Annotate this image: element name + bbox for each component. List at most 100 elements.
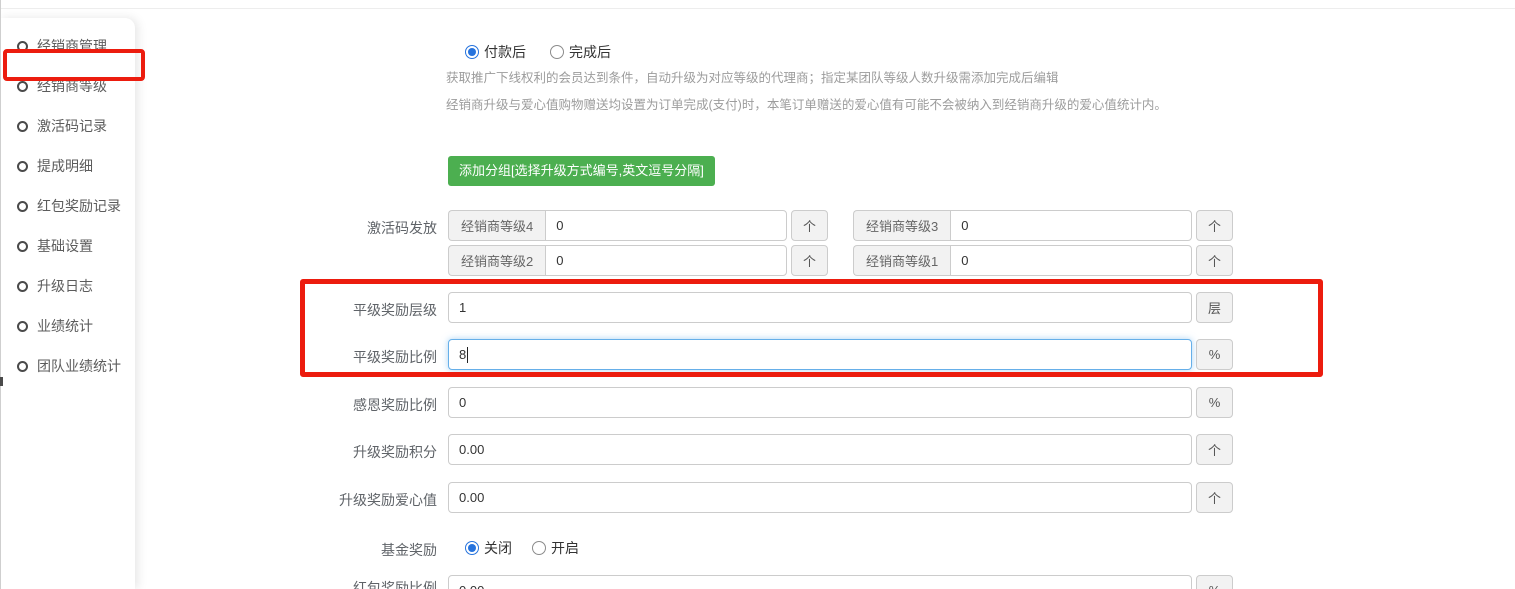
help-text-line1: 获取推广下线权利的会员达到条件，自动升级为对应等级的代理商；指定某团队等级人数升… [446, 67, 1059, 86]
sidebar-item-label: 红包奖励记录 [37, 196, 121, 216]
sidebar-item-basic-settings[interactable]: 基础设置 [0, 226, 135, 266]
radio-fund-off[interactable]: 关闭 [465, 538, 512, 558]
activation-input-group-level4: 经销商等级4 0 个 [448, 210, 828, 241]
input-value: 0.00 [459, 490, 484, 505]
sidebar-item-performance-stats[interactable]: 业绩统计 [0, 306, 135, 346]
sidebar-item-dealer-level[interactable]: 经销商等级 [0, 66, 135, 106]
gratitude-ratio-input[interactable]: 0 [448, 387, 1192, 418]
radio-after-payment[interactable]: 付款后 [465, 42, 526, 62]
input-value: 0 [459, 395, 466, 410]
unit-addon: 层 [1196, 292, 1233, 323]
input-value: 0 [961, 218, 968, 233]
input-value: 0 [961, 253, 968, 268]
unit-addon: 个 [1196, 482, 1233, 513]
redpacket-ratio-group: 0.00 % [448, 575, 1233, 589]
unit-addon: 个 [1196, 434, 1233, 465]
sidebar: 经销商管理 经销商等级 激活码记录 提成明细 红包奖励记录 基础设置 升级日志 … [0, 18, 135, 589]
radio-circle-icon [17, 201, 28, 212]
top-divider [0, 8, 1515, 9]
upgrade-timing-radio-group: 付款后 完成后 [465, 42, 611, 62]
input-value: 1 [459, 300, 466, 315]
input-value: 0 [556, 218, 563, 233]
radio-circle-icon [17, 321, 28, 332]
radio-checked-icon [465, 541, 479, 555]
activation-count-input-level3[interactable]: 0 [950, 210, 1192, 241]
radio-fund-on[interactable]: 开启 [532, 538, 579, 558]
upgrade-points-input[interactable]: 0.00 [448, 434, 1192, 465]
same-level-layers-group: 1 层 [448, 292, 1233, 323]
field-label-activation-codes: 激活码发放 [280, 218, 437, 238]
unit-addon: 个 [791, 210, 828, 241]
upgrade-points-group: 0.00 个 [448, 434, 1233, 465]
radio-circle-icon [17, 81, 28, 92]
field-label-same-level-ratio: 平级奖励比例 [280, 347, 437, 367]
unit-addon: % [1196, 387, 1233, 418]
activation-input-group-level2: 经销商等级2 0 个 [448, 245, 828, 276]
unit-addon: 个 [1196, 245, 1233, 276]
sidebar-item-label: 提成明细 [37, 156, 93, 176]
radio-unchecked-icon [550, 45, 564, 59]
radio-checked-icon [465, 45, 479, 59]
gratitude-ratio-group: 0 % [448, 387, 1233, 418]
activation-count-input-level2[interactable]: 0 [545, 245, 787, 276]
radio-label: 付款后 [484, 42, 526, 62]
sidebar-item-label: 升级日志 [37, 276, 93, 296]
sidebar-item-dealer-management[interactable]: 经销商管理 [0, 26, 135, 66]
fund-reward-radio-group: 关闭 开启 [465, 538, 579, 558]
sidebar-item-team-performance-stats[interactable]: 团队业绩统计 [0, 346, 135, 386]
radio-circle-icon [17, 241, 28, 252]
unit-addon: 个 [1196, 210, 1233, 241]
sidebar-item-label: 经销商等级 [37, 76, 107, 96]
field-label-upgrade-points: 升级奖励积分 [280, 442, 437, 462]
radio-label: 关闭 [484, 538, 512, 558]
left-edge-mark [0, 377, 3, 386]
sidebar-item-label: 激活码记录 [37, 116, 107, 136]
radio-after-completion[interactable]: 完成后 [550, 42, 611, 62]
field-label-fund-reward: 基金奖励 [280, 540, 437, 560]
input-prepend-label: 经销商等级4 [448, 210, 545, 241]
input-prepend-label: 经销商等级2 [448, 245, 545, 276]
input-value: 0.00 [459, 442, 484, 457]
input-value: 0 [556, 253, 563, 268]
activation-input-group-level1: 经销商等级1 0 个 [853, 245, 1233, 276]
input-prepend-label: 经销商等级1 [853, 245, 950, 276]
left-edge-line [0, 0, 1, 589]
radio-unchecked-icon [532, 541, 546, 555]
field-label-gratitude-ratio: 感恩奖励比例 [280, 395, 437, 415]
sidebar-item-activation-code-log[interactable]: 激活码记录 [0, 106, 135, 146]
dealer-settings-page: 经销商管理 经销商等级 激活码记录 提成明细 红包奖励记录 基础设置 升级日志 … [0, 0, 1515, 589]
activation-count-input-level1[interactable]: 0 [950, 245, 1192, 276]
unit-addon: % [1196, 575, 1233, 589]
field-label-redpacket-ratio: 红包奖励比例 [280, 578, 437, 589]
text-cursor [467, 347, 468, 363]
radio-circle-icon [17, 361, 28, 372]
input-prepend-label: 经销商等级3 [853, 210, 950, 241]
same-level-layers-input[interactable]: 1 [448, 292, 1192, 323]
activation-input-group-level3: 经销商等级3 0 个 [853, 210, 1233, 241]
radio-circle-icon [17, 121, 28, 132]
sidebar-item-label: 业绩统计 [37, 316, 93, 336]
field-label-same-level-layers: 平级奖励层级 [280, 300, 437, 320]
radio-label: 完成后 [569, 42, 611, 62]
add-group-button[interactable]: 添加分组[选择升级方式编号,英文逗号分隔] [448, 156, 715, 186]
unit-addon: % [1196, 339, 1233, 370]
unit-addon: 个 [791, 245, 828, 276]
same-level-ratio-group: 8 % [448, 339, 1233, 370]
sidebar-item-redpacket-reward-log[interactable]: 红包奖励记录 [0, 186, 135, 226]
sidebar-item-label: 团队业绩统计 [37, 356, 121, 376]
input-value: 0.00 [459, 583, 484, 589]
upgrade-love-value-input[interactable]: 0.00 [448, 482, 1192, 513]
field-label-upgrade-love-value: 升级奖励爱心值 [280, 490, 437, 510]
redpacket-ratio-input[interactable]: 0.00 [448, 575, 1192, 589]
upgrade-love-value-group: 0.00 个 [448, 482, 1233, 513]
sidebar-item-label: 经销商管理 [37, 36, 107, 56]
sidebar-item-commission-detail[interactable]: 提成明细 [0, 146, 135, 186]
sidebar-item-label: 基础设置 [37, 236, 93, 256]
input-value: 8 [459, 347, 466, 362]
activation-count-input-level4[interactable]: 0 [545, 210, 787, 241]
sidebar-item-upgrade-log[interactable]: 升级日志 [0, 266, 135, 306]
radio-circle-icon [17, 41, 28, 52]
radio-circle-icon [17, 161, 28, 172]
help-text-line2: 经销商升级与爱心值购物赠送均设置为订单完成(支付)时，本笔订单赠送的爱心值有可能… [446, 94, 1167, 113]
same-level-ratio-input[interactable]: 8 [448, 339, 1192, 370]
